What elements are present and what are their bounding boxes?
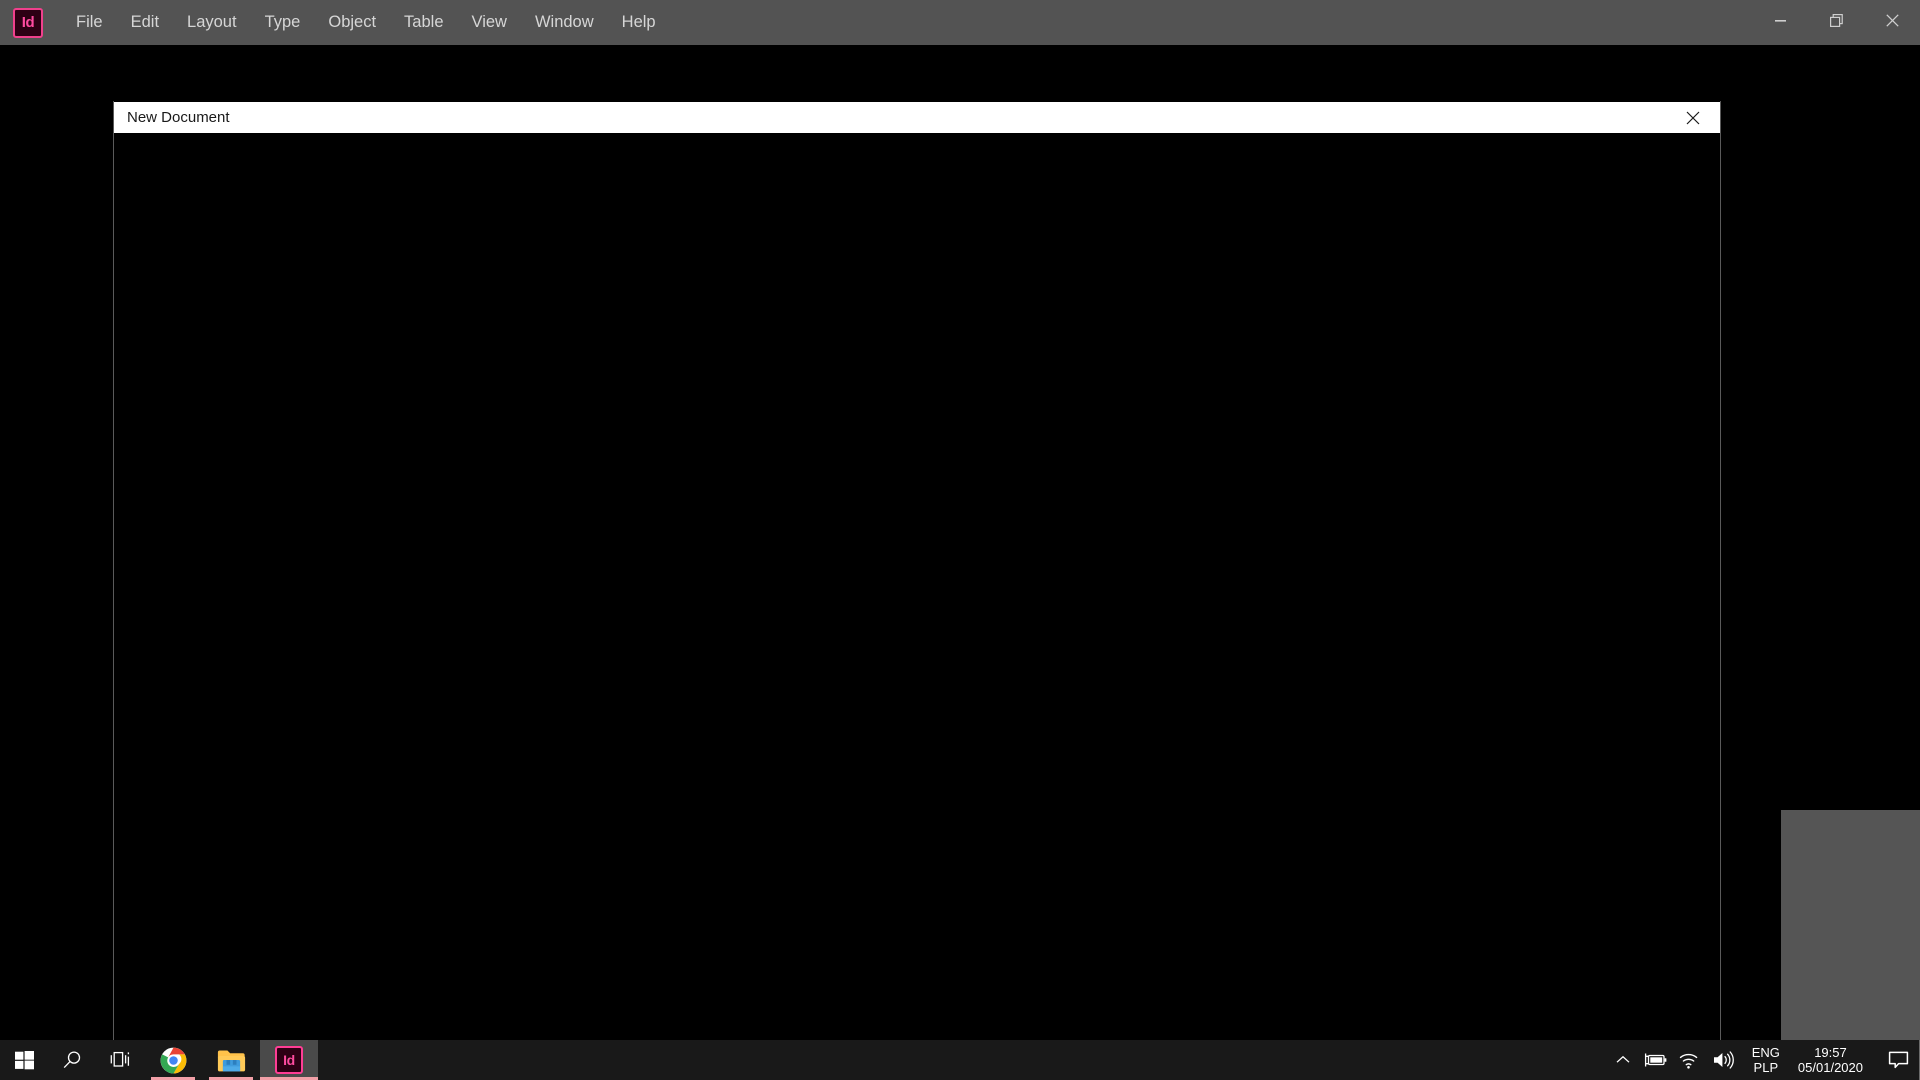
close-icon (1885, 13, 1899, 27)
taskbar-app-indesign[interactable]: Id (260, 1040, 318, 1080)
indesign-icon: Id (275, 1046, 303, 1074)
search-icon (63, 1051, 81, 1069)
show-hidden-icons-button[interactable] (1608, 1040, 1638, 1080)
clock-time: 19:57 (1814, 1045, 1847, 1060)
windows-taskbar: Id ENG PLP 19:57 05/01/2020 (0, 1040, 1920, 1080)
clock[interactable]: 19:57 05/01/2020 (1790, 1040, 1877, 1080)
floating-panel[interactable] (1781, 810, 1920, 1040)
restore-icon (1829, 13, 1843, 27)
close-icon (1686, 111, 1700, 124)
language-secondary: PLP (1753, 1060, 1779, 1075)
menu-item-type[interactable]: Type (251, 0, 315, 45)
chevron-up-icon (1616, 1055, 1630, 1063)
taskbar-left-group: Id (0, 1040, 318, 1080)
indesign-icon-text: Id (283, 1052, 295, 1068)
dialog-title: New Document (127, 109, 230, 126)
battery-charging-icon (1644, 1053, 1667, 1067)
network-button[interactable] (1672, 1040, 1706, 1080)
taskbar-app-file-explorer[interactable] (202, 1040, 260, 1080)
dialog-close-button[interactable] (1678, 104, 1708, 132)
minimize-button[interactable] (1752, 0, 1808, 40)
menu-item-help[interactable]: Help (608, 0, 670, 45)
wifi-icon (1680, 1053, 1698, 1069)
speaker-icon (1713, 1051, 1734, 1069)
workspace-area[interactable]: New Document (0, 45, 1920, 1061)
menu-item-window[interactable]: Window (521, 0, 608, 45)
restore-button[interactable] (1808, 0, 1864, 40)
menu-item-file[interactable]: File (62, 0, 117, 45)
menu-item-view[interactable]: View (458, 0, 521, 45)
chrome-icon (160, 1047, 186, 1073)
action-center-button[interactable] (1877, 1040, 1919, 1080)
taskbar-app-chrome[interactable] (144, 1040, 202, 1080)
battery-button[interactable] (1638, 1040, 1672, 1080)
close-button[interactable] (1864, 0, 1920, 40)
dialog-content-area[interactable] (114, 134, 1720, 1059)
task-view-icon (110, 1051, 130, 1067)
dialog-title-bar: New Document (114, 101, 1720, 134)
menu-item-table[interactable]: Table (390, 0, 457, 45)
language-primary: ENG (1751, 1045, 1780, 1060)
folder-icon (217, 1050, 245, 1071)
menu-items-group: File Edit Layout Type Object Table View … (62, 0, 670, 45)
start-button[interactable] (0, 1040, 48, 1080)
clock-date: 05/01/2020 (1797, 1060, 1863, 1075)
indesign-logo-icon: Id (13, 7, 43, 38)
language-indicator[interactable]: ENG PLP (1740, 1040, 1790, 1080)
menu-item-layout[interactable]: Layout (173, 0, 251, 45)
search-button[interactable] (48, 1040, 96, 1080)
speech-bubble-icon (1888, 1051, 1908, 1068)
application-menu-bar: Id File Edit Layout Type Object Table Vi… (0, 0, 1920, 45)
task-view-button[interactable] (96, 1040, 144, 1080)
windows-logo-icon (14, 1050, 34, 1069)
desktop-root: Id File Edit Layout Type Object Table Vi… (0, 0, 1920, 1080)
window-controls (1752, 0, 1920, 40)
new-document-dialog: New Document (113, 101, 1721, 1061)
menu-item-object[interactable]: Object (314, 0, 390, 45)
indesign-logo-text: Id (21, 14, 35, 31)
minimize-icon (1774, 19, 1786, 22)
system-tray: ENG PLP 19:57 05/01/2020 (1608, 1040, 1920, 1080)
volume-button[interactable] (1706, 1040, 1740, 1080)
menu-item-edit[interactable]: Edit (117, 0, 173, 45)
